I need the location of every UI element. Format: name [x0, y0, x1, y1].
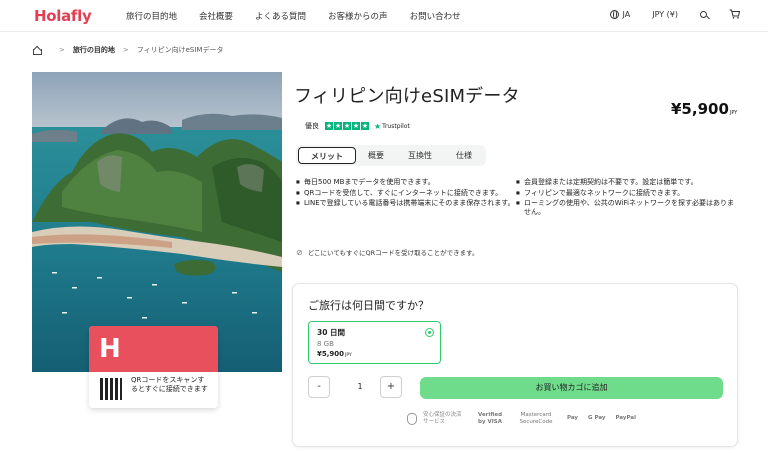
language-selector[interactable]: JA: [609, 9, 631, 19]
holafly-h-logo-icon: H: [99, 334, 121, 364]
feature-item: LINEで登録している電話番号は携帯端末にそのまま保存されます。: [296, 199, 516, 208]
nav-destinations[interactable]: 旅行の目的地: [126, 10, 177, 22]
trustpilot-star-icon: ★: [374, 121, 382, 131]
cart-button[interactable]: [729, 9, 740, 19]
feature-item: QRコードを受信して、すぐにインターネットに接続できます。: [296, 189, 516, 198]
tab-overview[interactable]: 概要: [356, 147, 396, 164]
apple-pay-text: Pay: [567, 415, 579, 422]
tab-specs[interactable]: 仕様: [444, 147, 484, 164]
plan-radio-selected[interactable]: [425, 328, 434, 337]
feature-column-left: 毎日500 MBまでデータを使用できます。 QRコードを受信して、すぐにインター…: [296, 178, 516, 218]
language-label: JA: [622, 9, 631, 19]
nav-about[interactable]: 会社概要: [199, 10, 233, 22]
esim-promo-card: H QRコードをスキャンするとすぐに接続できます: [89, 326, 218, 408]
holafly-logo[interactable]: Holafly: [34, 7, 92, 25]
brand-band: H: [89, 326, 218, 372]
paypal-logo: PayPal: [615, 415, 636, 422]
globe-icon: [609, 9, 619, 19]
breadcrumb-destinations[interactable]: 旅行の目的地: [73, 45, 115, 55]
qr-scan-text: QRコードをスキャンするとすぐに接続できます: [131, 376, 208, 393]
apple-pay-logo: Pay: [567, 415, 578, 422]
qr-note-text: どこにいてもすぐにQRコードを受け取ることができます。: [307, 249, 479, 257]
breadcrumb-separator: >: [122, 46, 129, 54]
breadcrumb-separator: >: [59, 46, 65, 54]
add-to-cart-button[interactable]: お買い物カゴに追加: [420, 377, 723, 399]
booking-card: ご旅行は何日間ですか？ 30 日間 8 GB ¥5,900JPY - 1 + お…: [292, 283, 738, 447]
feature-item: ローミングの使用や、公共のWiFiネットワークを探す必要はありません。: [516, 199, 736, 216]
feature-item: 毎日500 MBまでデータを使用できます。: [296, 178, 516, 187]
star-icon: ★: [334, 122, 342, 130]
header-utilities: JA JPY (¥): [588, 9, 740, 19]
secure-payment-text: 安心保証の決済サービス: [423, 412, 462, 425]
trip-length-question: ご旅行は何日間ですか？: [308, 299, 429, 312]
plan-price-currency: JPY: [345, 353, 352, 358]
plan-price-value: ¥5,900: [317, 350, 345, 358]
google-pay-logo: G Pay: [588, 415, 606, 422]
trustpilot-text: Trustpilot: [382, 122, 410, 130]
plan-price: ¥5,900JPY: [317, 350, 432, 358]
page-title: フィリピン向けeSIMデータ: [294, 86, 520, 107]
rating-stars: ★ ★ ★ ★ ★: [325, 122, 370, 130]
shield-icon: [407, 412, 417, 425]
breadcrumb-current: フィリピン向けeSIMデータ: [136, 46, 224, 54]
link-icon: ⊘: [296, 247, 303, 257]
plan-option-30-days[interactable]: 30 日間 8 GB ¥5,900JPY: [308, 321, 441, 364]
feature-list: 毎日500 MBまでデータを使用できます。 QRコードを受信して、すぐにインター…: [296, 178, 736, 218]
breadcrumb: > 旅行の目的地 > フィリピン向けeSIMデータ: [32, 45, 223, 55]
feature-column-right: 会員登録または定期契約は不要です。設定は簡単です。 フィリピンで最適なネットワー…: [516, 178, 736, 218]
search-button[interactable]: [700, 10, 707, 18]
plan-duration: 30 日間: [317, 328, 346, 337]
nav-reviews[interactable]: お客様からの声: [328, 10, 388, 22]
plan-data-amount: 8 GB: [317, 340, 334, 348]
payment-methods-row: 安心保証の決済サービス Verified by VISA Mastercard …: [407, 412, 646, 425]
home-icon[interactable]: [32, 46, 42, 55]
quantity-value[interactable]: 1: [350, 376, 370, 398]
main-nav: 旅行の目的地 会社概要 よくある質問 お客様からの声 お問い合わせ: [126, 10, 483, 22]
product-price: ¥5,900JPY: [671, 100, 737, 118]
trustpilot-rating[interactable]: 優良 ★ ★ ★ ★ ★ ★ Trustpilot: [305, 121, 410, 131]
star-icon: ★: [343, 122, 351, 130]
currency-label: JPY (¥): [652, 9, 678, 19]
feature-item: 会員登録または定期契約は不要です。設定は簡単です。: [516, 178, 736, 187]
price-value: ¥5,900: [671, 100, 729, 118]
search-icon: [700, 10, 707, 18]
tab-benefits[interactable]: メリット: [298, 147, 356, 164]
cart-icon: [729, 9, 740, 19]
visa-verified-logo: Verified by VISA: [477, 412, 503, 425]
qr-code-icon: [100, 378, 122, 400]
star-icon: ★: [352, 122, 360, 130]
qr-delivery-note: ⊘ どこにいてもすぐにQRコードを受け取ることができます。: [296, 247, 479, 258]
price-currency: JPY: [729, 110, 738, 116]
quantity-increase-button[interactable]: +: [380, 376, 402, 398]
site-header: Holafly 旅行の目的地 会社概要 よくある質問 お客様からの声 お問い合わ…: [0, 0, 768, 32]
nav-faq[interactable]: よくある質問: [255, 10, 306, 22]
star-icon: ★: [361, 122, 369, 130]
currency-selector[interactable]: JPY (¥): [652, 10, 678, 19]
tab-compatibility[interactable]: 互換性: [396, 147, 444, 164]
rating-label: 優良: [305, 122, 319, 130]
star-icon: ★: [325, 122, 333, 130]
feature-item: フィリピンで最適なネットワークに接続できます。: [516, 189, 736, 198]
trustpilot-logo: ★ Trustpilot: [374, 122, 410, 131]
nav-contact[interactable]: お問い合わせ: [410, 10, 461, 22]
product-tabs: メリット 概要 互換性 仕様: [296, 145, 486, 166]
mastercard-securecode-logo: Mastercard SecureCode: [519, 412, 553, 425]
quantity-decrease-button[interactable]: -: [308, 376, 330, 398]
